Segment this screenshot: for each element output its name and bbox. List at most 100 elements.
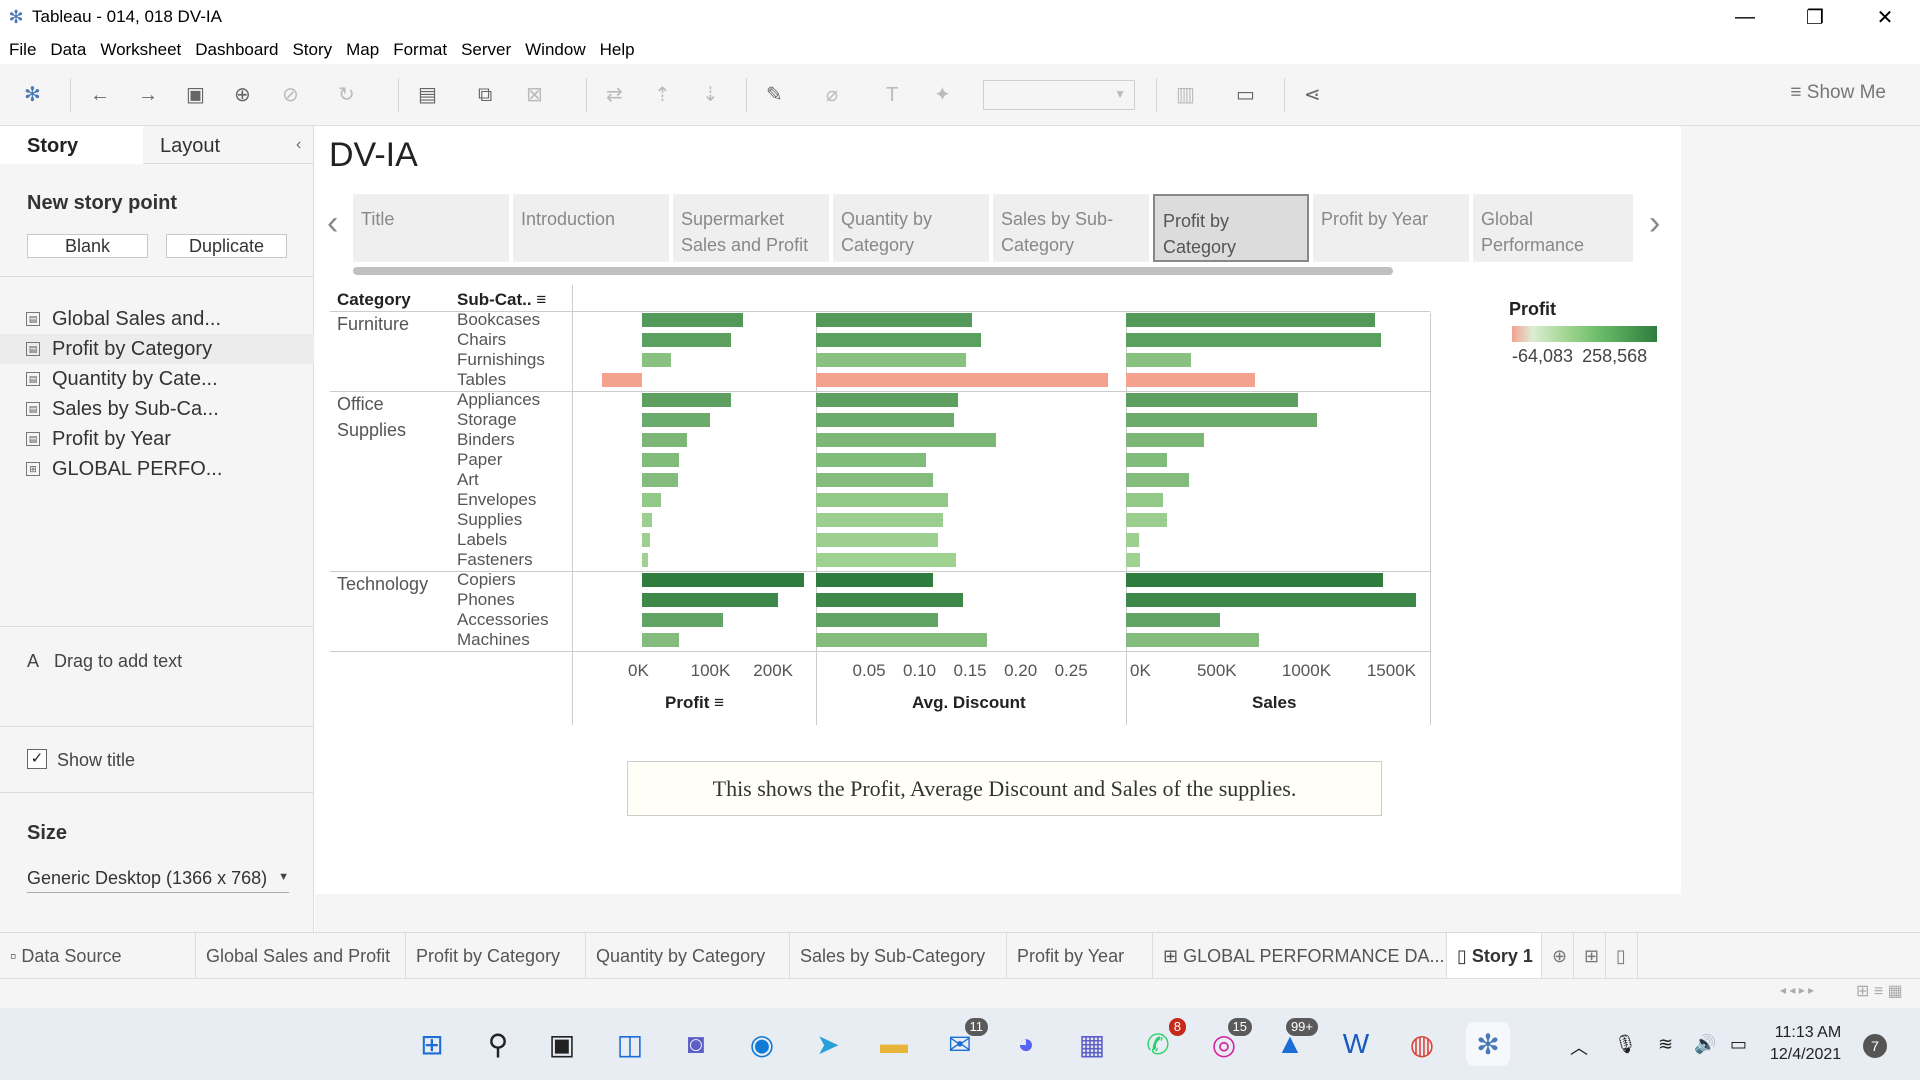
show-title-checkbox[interactable]: ✓ bbox=[27, 749, 47, 769]
new-story-tab-icon[interactable]: ▯ bbox=[1606, 933, 1638, 979]
new-worksheet-tab-icon[interactable]: ⊕ bbox=[1542, 933, 1574, 979]
bar-profit-phones[interactable] bbox=[642, 593, 778, 607]
tab-global-performance-dashboard[interactable]: ⊞ GLOBAL PERFORMANCE DA... bbox=[1153, 933, 1447, 979]
bar-profit-chairs[interactable] bbox=[642, 333, 731, 347]
presentation-mode-icon[interactable]: ▭ bbox=[1236, 82, 1255, 108]
fix-axes-icon[interactable]: ✦ bbox=[934, 82, 951, 108]
bar-profit-labels[interactable] bbox=[642, 533, 651, 547]
next-point-icon[interactable]: › bbox=[1649, 204, 1660, 243]
mail-icon[interactable]: ✉ 11 bbox=[938, 1018, 988, 1066]
bar-profit-binders[interactable] bbox=[642, 433, 688, 447]
labels-icon[interactable]: T bbox=[886, 82, 898, 108]
refresh-icon[interactable]: ↻ bbox=[338, 82, 355, 108]
sheet-item-global-sales[interactable]: ▤ Global Sales and... bbox=[0, 304, 314, 334]
new-data-source-icon[interactable]: ⊕ bbox=[234, 82, 251, 108]
bar-avg-discount-labels[interactable] bbox=[816, 533, 939, 547]
menu-format[interactable]: Format bbox=[393, 40, 447, 60]
restore-button[interactable]: ❐ bbox=[1780, 0, 1850, 34]
tab-profit-by-category[interactable]: Profit by Category bbox=[406, 933, 586, 979]
new-worksheet-icon[interactable]: ▤ bbox=[418, 82, 437, 108]
notification-count[interactable]: 7 bbox=[1863, 1034, 1887, 1058]
bar-sales-envelopes[interactable] bbox=[1126, 493, 1164, 507]
story-point-3[interactable]: Quantity by Category bbox=[833, 194, 989, 262]
save-icon[interactable]: ▣ bbox=[186, 82, 205, 108]
drag-to-add-text[interactable]: A Drag to add text bbox=[27, 651, 182, 672]
microphone-icon[interactable]: 🎙 bbox=[1614, 1034, 1637, 1055]
discord-icon[interactable]: ◕ bbox=[1004, 1022, 1048, 1066]
bar-profit-envelopes[interactable] bbox=[642, 493, 662, 507]
bar-avg-discount-accessories[interactable] bbox=[816, 613, 939, 627]
menu-help[interactable]: Help bbox=[600, 40, 635, 60]
new-dashboard-tab-icon[interactable]: ⊞ bbox=[1574, 933, 1606, 979]
profit-color-legend[interactable] bbox=[1512, 326, 1657, 342]
tab-global-sales-and-profit[interactable]: Global Sales and Profit bbox=[196, 933, 406, 979]
previous-point-icon[interactable]: ‹ bbox=[327, 204, 338, 243]
word-icon[interactable]: W bbox=[1334, 1022, 1378, 1066]
sheet-item-sales-by-subcategory[interactable]: ▤ Sales by Sub-Ca... bbox=[0, 394, 314, 424]
sheet-item-profit-by-year[interactable]: ▤ Profit by Year bbox=[0, 424, 314, 454]
teams-icon[interactable]: ▦ bbox=[1070, 1022, 1114, 1066]
clock[interactable]: 11:13 AM 12/4/2021 bbox=[1770, 1022, 1841, 1066]
swap-icon[interactable]: ⇄ bbox=[606, 82, 623, 108]
close-button[interactable]: ✕ bbox=[1850, 0, 1920, 34]
group-icon[interactable]: ⌀ bbox=[826, 82, 838, 108]
tab-profit-by-year[interactable]: Profit by Year bbox=[1007, 933, 1153, 979]
bar-sales-paper[interactable] bbox=[1126, 453, 1168, 467]
duplicate-button[interactable]: Duplicate bbox=[166, 234, 287, 258]
tab-quantity-by-category[interactable]: Quantity by Category bbox=[586, 933, 790, 979]
bar-profit-fasteners[interactable] bbox=[642, 553, 649, 567]
bar-sales-storage[interactable] bbox=[1126, 413, 1318, 427]
tab-layout[interactable]: Layout bbox=[143, 126, 314, 164]
tab-story-1[interactable]: ▯ Story 1 bbox=[1447, 933, 1542, 979]
story-point-4[interactable]: Sales by Sub- Category bbox=[993, 194, 1149, 262]
file-explorer-icon[interactable]: ▬ bbox=[872, 1022, 916, 1066]
bar-avg-discount-fasteners[interactable] bbox=[816, 553, 957, 567]
app-icon[interactable]: ▲ 99+ bbox=[1268, 1018, 1318, 1066]
bar-avg-discount-supplies[interactable] bbox=[816, 513, 944, 527]
widgets-icon[interactable]: ◫ bbox=[608, 1022, 652, 1066]
bar-profit-copiers[interactable] bbox=[642, 573, 804, 587]
sort-ascending-icon[interactable]: ⇡ bbox=[654, 82, 671, 108]
bar-avg-discount-appliances[interactable] bbox=[816, 393, 959, 407]
bar-profit-supplies[interactable] bbox=[642, 513, 652, 527]
search-icon[interactable]: ⚲ bbox=[476, 1022, 520, 1066]
story-point-5[interactable]: Profit by Category bbox=[1153, 194, 1309, 262]
navigator-scrollbar[interactable] bbox=[353, 267, 1393, 275]
tableau-home-icon[interactable]: ✻ bbox=[24, 82, 41, 108]
bar-profit-machines[interactable] bbox=[642, 633, 679, 647]
bar-profit-storage[interactable] bbox=[642, 413, 710, 427]
chevron-up-icon[interactable]: ︿ bbox=[1570, 1034, 1588, 1060]
show-me-button[interactable]: ≡ Show Me bbox=[1790, 82, 1886, 104]
tab-sales-by-subcategory[interactable]: Sales by Sub-Category bbox=[790, 933, 1007, 979]
story-point-0[interactable]: Title bbox=[353, 194, 509, 262]
battery-icon[interactable]: ▭ bbox=[1730, 1034, 1747, 1055]
bar-avg-discount-storage[interactable] bbox=[816, 413, 955, 427]
tab-story[interactable]: Story bbox=[0, 126, 143, 164]
volume-icon[interactable]: 🔊 bbox=[1694, 1034, 1716, 1055]
bar-avg-discount-envelopes[interactable] bbox=[816, 493, 949, 507]
story-point-6[interactable]: Profit by Year bbox=[1313, 194, 1469, 262]
bar-profit-paper[interactable] bbox=[642, 453, 680, 467]
bar-avg-discount-machines[interactable] bbox=[816, 633, 987, 647]
share-icon[interactable]: ⋖ bbox=[1304, 82, 1321, 108]
sheet-item-profit-by-category[interactable]: ▤ Profit by Category bbox=[0, 334, 314, 364]
wifi-icon[interactable]: ≋ bbox=[1658, 1034, 1673, 1055]
bar-sales-art[interactable] bbox=[1126, 473, 1190, 487]
bar-profit-tables[interactable] bbox=[601, 373, 642, 387]
instagram-icon[interactable]: ◎ 15 bbox=[1202, 1018, 1252, 1066]
pause-updates-icon[interactable]: ⊘ bbox=[282, 82, 299, 108]
chat-icon[interactable]: ◙ bbox=[674, 1022, 718, 1066]
bar-avg-discount-binders[interactable] bbox=[816, 433, 996, 447]
bar-sales-appliances[interactable] bbox=[1126, 393, 1298, 407]
undo-icon[interactable]: ← bbox=[90, 82, 110, 108]
story-caption[interactable]: This shows the Profit, Average Discount … bbox=[627, 761, 1382, 816]
bar-sales-furnishings[interactable] bbox=[1126, 353, 1192, 367]
bar-profit-art[interactable] bbox=[642, 473, 679, 487]
blank-button[interactable]: Blank bbox=[27, 234, 148, 258]
sheet-item-quantity-by-category[interactable]: ▤ Quantity by Cate... bbox=[0, 364, 314, 394]
chrome-icon[interactable]: ◍ bbox=[1400, 1022, 1444, 1066]
bar-sales-binders[interactable] bbox=[1126, 433, 1205, 447]
tableau-taskbar-icon[interactable]: ✻ bbox=[1466, 1022, 1510, 1066]
menu-dashboard[interactable]: Dashboard bbox=[195, 40, 278, 60]
edge-icon[interactable]: ◉ bbox=[740, 1022, 784, 1066]
